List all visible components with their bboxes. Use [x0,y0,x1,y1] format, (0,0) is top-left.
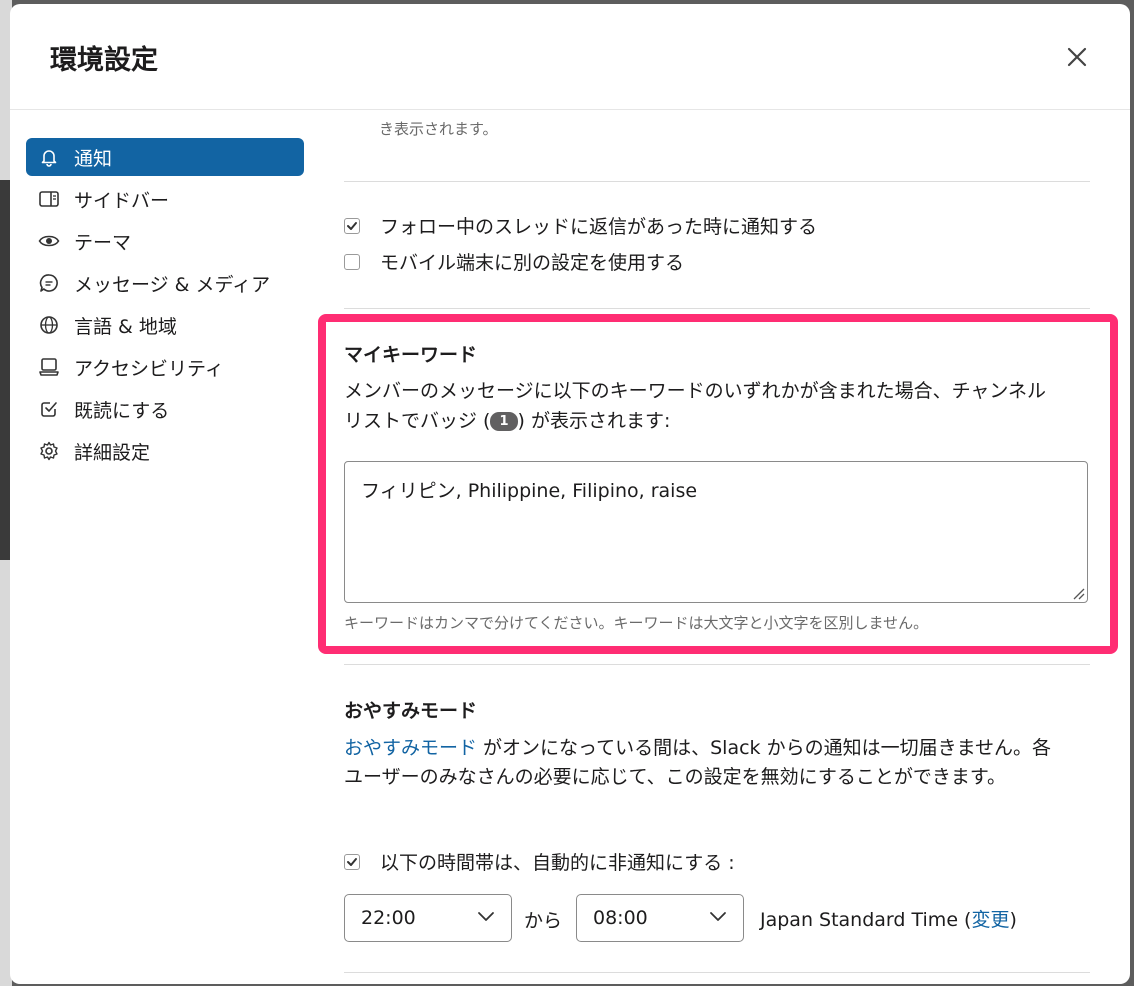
chevron-down-icon [710,912,726,921]
from-label: から [524,910,563,932]
dnd-description: おやすみモード がオンになっている間は、Slack からの通知は一切届きません。… [344,734,1064,792]
sidebar-item-label: テーマ [74,231,132,254]
section-divider [344,308,1090,309]
mobile-settings-checkbox[interactable] [344,253,360,270]
from-time-select[interactable]: 22:00 [344,894,512,942]
from-time-value: 22:00 [361,907,416,929]
bell-icon [38,146,60,168]
dnd-schedule-label: 以下の時間帯は、自動的に非通知にする : [380,852,735,874]
sidebar-item-sidebar[interactable]: サイドバー [26,180,304,218]
timezone-text: Japan Standard Time (変更) [760,905,1017,932]
gear-icon [38,440,60,462]
sample-badge: 1 [490,412,518,431]
sidebar-item-advanced[interactable]: 詳細設定 [26,432,304,470]
laptop-icon [38,356,60,378]
sidebar-item-label: 既読にする [74,399,170,422]
sidebar-item-label: 言語 & 地域 [74,315,177,338]
keywords-hint: キーワードはカンマで分けてください。キーワードは大文字と小文字を区別しません。 [344,614,929,632]
dnd-schedule-checkbox[interactable] [344,853,360,870]
thread-reply-label: フォロー中のスレッドに返信があった時に通知する [380,216,818,238]
dnd-title: おやすみモード [344,700,478,722]
preferences-dialog: 環境設定 通知 サイドバー テーマ メッセージ & メディア 言語 & 地域 ア… [10,4,1130,984]
sidebar-item-accessibility[interactable]: アクセシビリティ [26,348,304,386]
close-icon [1067,47,1087,67]
sidebar: 通知 サイドバー テーマ メッセージ & メディア 言語 & 地域 アクセシビリ… [26,138,304,474]
sidebar-item-label: メッセージ & メディア [74,273,271,296]
change-timezone-link[interactable]: 変更 [971,909,1009,931]
sidebar-item-label: アクセシビリティ [74,357,224,380]
chevron-down-icon [478,912,494,921]
thread-reply-checkbox[interactable] [344,217,360,234]
checkmark-icon [347,857,357,866]
sidebar-item-label: サイドバー [74,189,170,212]
settings-content: き表示されます。 フォロー中のスレッドに返信があった時に通知する モバイル端末に… [344,110,1090,984]
sidebar-icon [38,188,60,210]
sidebar-item-theme[interactable]: テーマ [26,222,304,260]
sidebar-item-language-region[interactable]: 言語 & 地域 [26,306,304,344]
sidebar-item-messages-media[interactable]: メッセージ & メディア [26,264,304,302]
dnd-schedule-option: 以下の時間帯は、自動的に非通知にする : [344,848,735,875]
check-square-icon [38,398,60,420]
dnd-link[interactable]: おやすみモード [344,737,477,759]
dialog-title: 環境設定 [50,45,158,76]
message-icon [38,272,60,294]
keywords-input[interactable]: フィリピン, Philippine, Filipino, raise [344,461,1088,603]
keywords-value: フィリピン, Philippine, Filipino, raise [361,480,698,502]
mobile-settings-option: モバイル端末に別の設定を使用する [344,248,684,275]
keywords-desc-after: ) が表示されます: [517,410,671,432]
mobile-settings-label: モバイル端末に別の設定を使用する [380,252,685,274]
keywords-desc-before: メンバーのメッセージに以下のキーワードのいずれかが含まれた場合、チャンネルリスト… [344,380,1047,432]
checkmark-icon [347,221,357,230]
sidebar-item-notifications[interactable]: 通知 [26,138,304,176]
sidebar-item-label: 詳細設定 [74,441,151,464]
section-divider [344,181,1090,182]
section-divider [344,972,1090,973]
keywords-description: メンバーのメッセージに以下のキーワードのいずれかが含まれた場合、チャンネルリスト… [344,376,1064,436]
close-button[interactable] [1060,40,1094,74]
faded-description: き表示されます。 [379,120,498,138]
sidebar-item-mark-read[interactable]: 既読にする [26,390,304,428]
section-divider [344,664,1090,665]
to-time-value: 08:00 [593,907,648,929]
thread-reply-option: フォロー中のスレッドに返信があった時に通知する [344,212,817,239]
to-time-select[interactable]: 08:00 [576,894,744,942]
keywords-title: マイキーワード [344,344,478,366]
eye-icon [38,230,60,252]
globe-icon [38,314,60,336]
sidebar-item-label: 通知 [74,147,113,170]
timezone-close: ) [1009,909,1017,931]
timezone-label: Japan Standard Time ( [760,909,972,931]
resize-grip-icon[interactable] [1071,586,1085,600]
